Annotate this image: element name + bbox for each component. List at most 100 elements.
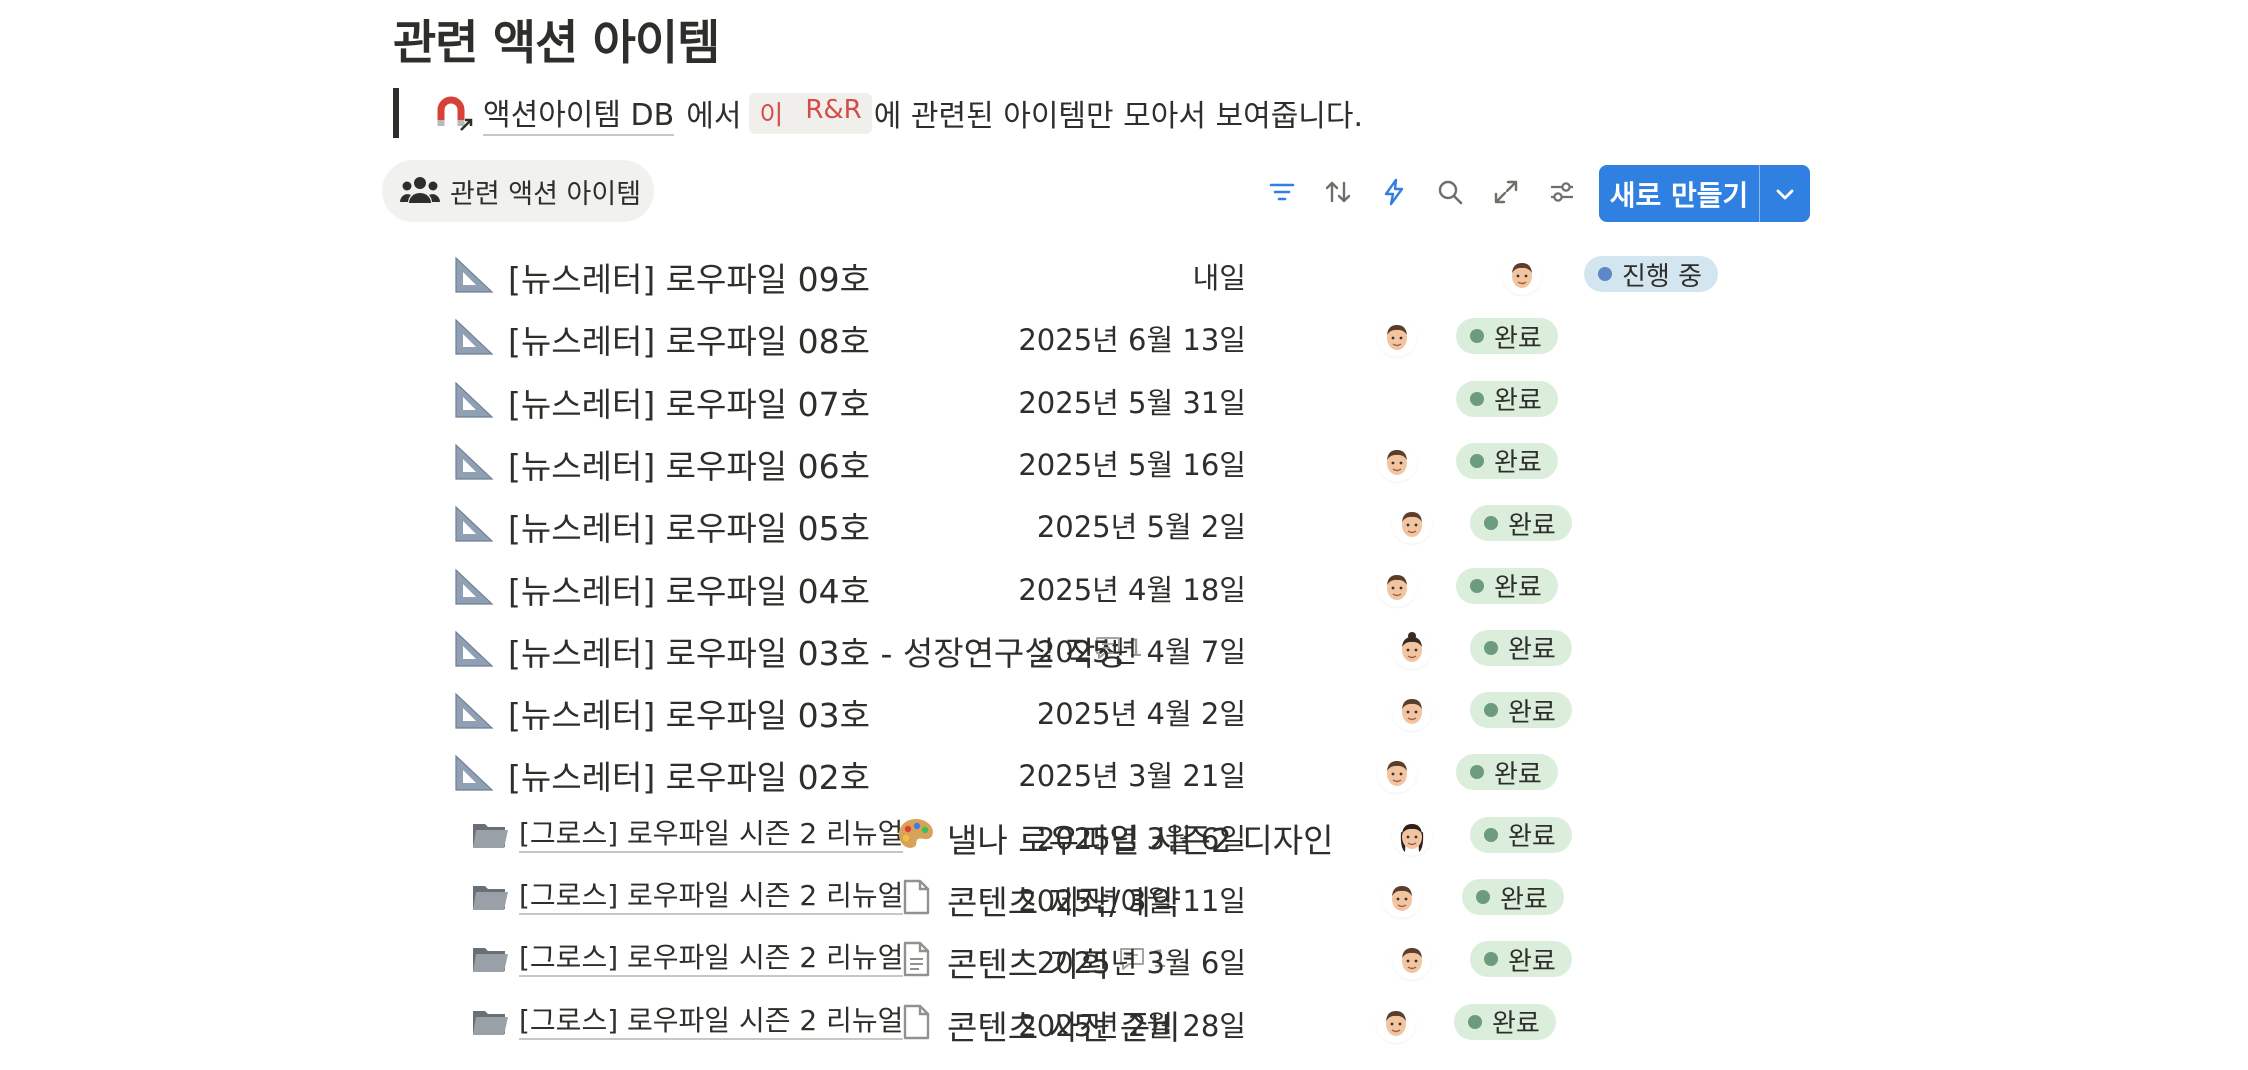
triangle-ruler-icon bbox=[454, 690, 494, 730]
status-badge[interactable]: 완료 bbox=[1470, 505, 1572, 542]
due-date: 내일 bbox=[1192, 261, 1246, 295]
parent-link[interactable]: [그로스] 로우파일 시즌 2 리뉴얼 bbox=[519, 879, 904, 915]
status-label: 완료 bbox=[1508, 510, 1556, 541]
search-icon[interactable] bbox=[1430, 172, 1470, 212]
due-date: 2025년 4월 2일 bbox=[1036, 697, 1246, 732]
triangle-ruler-icon bbox=[454, 379, 494, 419]
triangle-ruler-icon bbox=[454, 752, 494, 792]
expand-icon[interactable] bbox=[1486, 172, 1526, 212]
status-dot bbox=[1468, 1014, 1482, 1029]
row-title[interactable]: [뉴스레터] 로우파일 07호 bbox=[508, 378, 870, 426]
status-badge[interactable]: 완료 bbox=[1470, 941, 1572, 978]
sort-icon[interactable] bbox=[1318, 172, 1358, 212]
status-badge[interactable]: 완료 bbox=[1454, 1003, 1556, 1040]
status-dot bbox=[1484, 827, 1498, 842]
status-dot bbox=[1470, 329, 1484, 344]
settings-sliders-icon[interactable] bbox=[1542, 172, 1582, 212]
table-row[interactable]: [그로스] 로우파일 시즌 2 리뉴얼 콘텐츠 사전 준비 완료 2025년 2월 2… bbox=[0, 990, 2248, 1052]
table-row[interactable]: [뉴스레터] 로우파일 04호 완료 2025년 4월 18일 bbox=[0, 554, 2248, 616]
row-title[interactable]: [뉴스레터] 로우파일 04호 bbox=[508, 565, 870, 613]
memoji-man-icon bbox=[1379, 319, 1415, 356]
people-icon bbox=[400, 176, 440, 206]
status-dot bbox=[1476, 890, 1490, 904]
callout-text: 에서 bbox=[686, 99, 742, 134]
status-dot bbox=[1484, 516, 1498, 531]
status-dot bbox=[1470, 391, 1484, 406]
table-row[interactable]: [그로스] 로우파일 시즌 2 리뉴얼 낼나 로우파일 시즌2 디자인 완료 2025… bbox=[0, 803, 2248, 865]
status-label: 완료 bbox=[1494, 573, 1542, 603]
memoji-man-icon bbox=[1394, 506, 1430, 543]
row-title[interactable]: [뉴스레터] 로우파일 02호 bbox=[508, 751, 870, 799]
status-dot bbox=[1470, 453, 1484, 468]
callout: 액션아이템 DB 에서 이 R&R 에 관련된 아이템만 모아서 보여줍니다. bbox=[393, 88, 1399, 138]
new-button[interactable]: 새로 만들기 bbox=[1599, 165, 1810, 222]
due-date: 2025년 3월 11일 bbox=[1018, 884, 1246, 918]
folder-icon bbox=[470, 939, 510, 979]
status-badge[interactable]: 진행 중 bbox=[1584, 256, 1719, 292]
status-badge[interactable]: 완료 bbox=[1456, 318, 1558, 355]
memoji-man-icon bbox=[1384, 880, 1420, 916]
memoji-man-icon bbox=[1379, 568, 1415, 605]
parent-link[interactable]: [그로스] 로우파일 시즌 2 리뉴얼 bbox=[519, 1004, 904, 1040]
status-label: 진행 중 bbox=[1622, 261, 1703, 292]
page-title: 관련 액션 아이템 bbox=[393, 16, 720, 71]
folder-icon bbox=[470, 1002, 510, 1042]
due-date: 2025년 4월 7일 bbox=[1036, 634, 1246, 669]
folder-icon bbox=[470, 815, 510, 855]
table-row[interactable]: [뉴스레터] 로우파일 07호 완료 2025년 5월 31일 bbox=[0, 367, 2248, 429]
table-row[interactable]: [뉴스레터] 로우파일 02호 완료 2025년 3월 21일 bbox=[0, 740, 2248, 802]
table-row[interactable]: [뉴스레터] 로우파일 08호 완료 2025년 6월 13일 bbox=[0, 304, 2248, 366]
parent-link[interactable]: [그로스] 로우파일 시즌 2 리뉴얼 bbox=[519, 817, 904, 853]
status-dot bbox=[1484, 703, 1498, 718]
table-row[interactable]: [그로스] 로우파일 시즌 2 리뉴얼 콘텐츠 기획 1 완료 2025년 3월 6일 bbox=[0, 927, 2248, 989]
page-lines-icon bbox=[896, 939, 936, 979]
status-badge[interactable]: 완료 bbox=[1456, 754, 1558, 791]
status-label: 완료 bbox=[1508, 697, 1556, 728]
status-dot bbox=[1470, 578, 1484, 593]
view-tab[interactable]: 관련 액션 아이템 bbox=[382, 160, 654, 222]
row-title[interactable]: [뉴스레터] 로우파일 06호 bbox=[508, 440, 870, 488]
row-title[interactable]: [뉴스레터] 로우파일 09호 bbox=[508, 253, 870, 301]
due-date: 2025년 5월 16일 bbox=[1018, 447, 1246, 482]
due-date: 2025년 2월 28일 bbox=[1018, 1008, 1246, 1043]
status-label: 완료 bbox=[1508, 822, 1556, 853]
page-icon bbox=[896, 1002, 936, 1042]
due-date: 2025년 5월 31일 bbox=[1018, 385, 1246, 420]
row-title[interactable]: [뉴스레터] 로우파일 08호 bbox=[508, 315, 870, 363]
page-icon bbox=[896, 877, 936, 917]
memoji-man-icon bbox=[1378, 1004, 1414, 1041]
row-title[interactable]: [뉴스레터] 로우파일 03호 - 성장연구실 작성 bbox=[508, 627, 1126, 675]
memoji-woman-icon bbox=[1394, 817, 1430, 854]
row-title[interactable]: [뉴스레터] 로우파일 05호 bbox=[508, 502, 870, 550]
table-row[interactable]: [그로스] 로우파일 시즌 2 리뉴얼 콘텐츠 제작/예약 완료 2025년 3월 1… bbox=[0, 865, 2248, 927]
status-label: 완료 bbox=[1494, 448, 1542, 479]
due-date: 2025년 5월 2일 bbox=[1036, 510, 1246, 545]
due-date: 2025년 3월 21일 bbox=[1018, 759, 1246, 794]
lightning-icon[interactable] bbox=[1374, 172, 1414, 212]
view-tab-label: 관련 액션 아이템 bbox=[450, 178, 642, 210]
status-dot bbox=[1484, 952, 1498, 967]
table-row[interactable]: [뉴스레터] 로우파일 06호 완료 2025년 5월 16일 bbox=[0, 429, 2248, 491]
status-badge[interactable]: 완료 bbox=[1470, 629, 1572, 666]
table-row[interactable]: [뉴스레터] 로우파일 09호 진행 중 내일 bbox=[0, 242, 2248, 304]
rr-mention[interactable]: 이 R&R bbox=[749, 92, 872, 134]
table-row[interactable]: [뉴스레터] 로우파일 05호 완료 2025년 5월 2일 bbox=[0, 491, 2248, 553]
status-label: 완료 bbox=[1500, 884, 1548, 915]
memoji-man-icon bbox=[1504, 257, 1540, 293]
table-row[interactable]: [뉴스레터] 로우파일 03호 - 성장연구실 작성 1 완료 2025년 4월 7일 bbox=[0, 616, 2248, 678]
status-badge[interactable]: 완료 bbox=[1456, 567, 1558, 604]
filter-icon[interactable] bbox=[1262, 172, 1302, 212]
db-link[interactable]: 액션아이템 DB bbox=[483, 90, 675, 136]
status-badge[interactable]: 완료 bbox=[1462, 879, 1564, 915]
status-badge[interactable]: 완료 bbox=[1456, 380, 1558, 417]
chevron-down-icon[interactable] bbox=[1760, 182, 1810, 206]
triangle-ruler-icon bbox=[454, 503, 494, 543]
parent-link[interactable]: [그로스] 로우파일 시즌 2 리뉴얼 bbox=[519, 941, 904, 978]
status-badge[interactable]: 완료 bbox=[1470, 816, 1572, 853]
status-dot bbox=[1598, 267, 1612, 281]
triangle-ruler-icon bbox=[454, 566, 494, 606]
row-title[interactable]: [뉴스레터] 로우파일 03호 bbox=[508, 689, 870, 737]
status-badge[interactable]: 완료 bbox=[1470, 692, 1572, 729]
table-row[interactable]: [뉴스레터] 로우파일 03호 완료 2025년 4월 2일 bbox=[0, 678, 2248, 740]
status-badge[interactable]: 완료 bbox=[1456, 442, 1558, 479]
